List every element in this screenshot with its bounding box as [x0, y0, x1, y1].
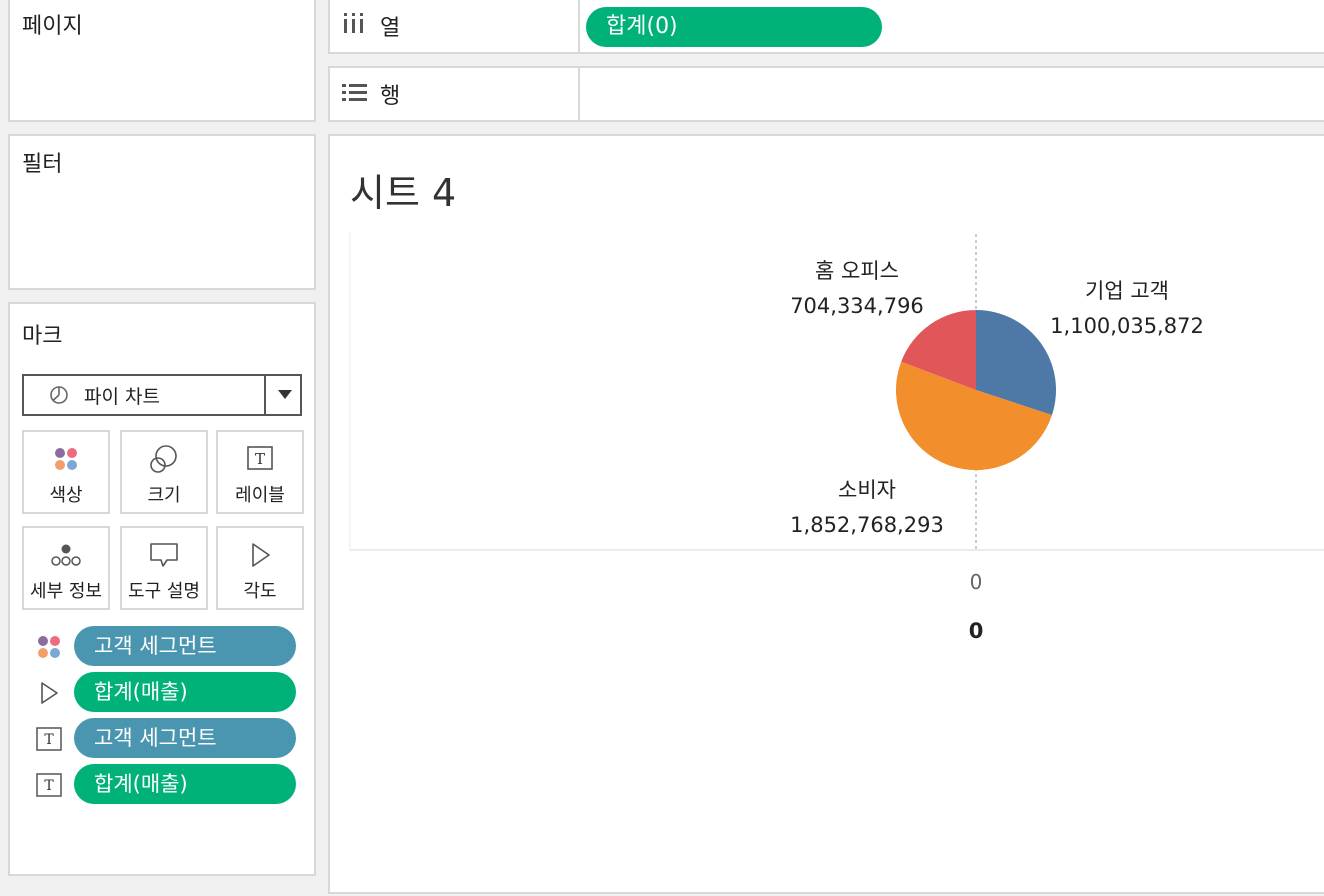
color-button[interactable]: 색상	[22, 430, 110, 514]
pages-card[interactable]: 페이지	[8, 0, 316, 122]
slice-value-label: 704,334,796	[790, 294, 924, 318]
detail-dots-icon	[51, 544, 81, 566]
sales-angle-pill[interactable]: 합계(매출)	[74, 672, 296, 712]
text-label-icon: T	[36, 727, 62, 751]
mark-pill-row: T 합계(매출)	[30, 764, 300, 804]
columns-shelf-header: 열	[330, 0, 580, 52]
x-axis-title: 0	[969, 619, 984, 643]
size-icon	[150, 445, 177, 473]
pie-chart-icon	[50, 386, 68, 404]
svg-text:T: T	[255, 450, 265, 468]
size-button-label: 크기	[147, 485, 181, 506]
color-dots-icon	[55, 448, 77, 470]
detail-button-label: 세부 정보	[30, 581, 102, 602]
tooltip-icon	[150, 543, 178, 567]
rows-shelf-label: 행	[380, 84, 401, 109]
angle-icon	[41, 682, 58, 704]
slice-category-label: 소비자	[838, 478, 896, 502]
columns-sum-pill[interactable]: 합계(0)	[586, 7, 882, 47]
color-dots-icon	[38, 636, 60, 658]
slice-category-label: 홈 오피스	[815, 259, 899, 283]
mark-pill-row: 고객 세그먼트	[30, 626, 300, 666]
text-label-icon: T	[247, 446, 273, 470]
rows-shelf-header: 행	[330, 68, 580, 120]
mark-pill-row: T 고객 세그먼트	[30, 718, 300, 758]
label-button[interactable]: T 레이블	[216, 430, 304, 514]
svg-text:T: T	[44, 778, 54, 794]
angle-button-label: 각도	[243, 581, 277, 602]
slice-value-label: 1,100,035,872	[1050, 314, 1204, 338]
rows-shelf[interactable]: 행	[328, 66, 1324, 122]
filters-card-title: 필터	[22, 152, 63, 177]
pie-slices	[895, 310, 1056, 471]
mark-type-label: 파이 차트	[84, 385, 160, 408]
mark-type-dropdown[interactable]: 파이 차트	[22, 374, 302, 416]
size-button[interactable]: 크기	[120, 430, 208, 514]
detail-button[interactable]: 세부 정보	[22, 526, 110, 610]
pie-chart: 기업 고객 1,100,035,872 소비자 1,852,768,293 홈 오피스 7…	[349, 232, 1324, 643]
slice-category-label: 기업 고객	[1085, 279, 1169, 303]
angle-icon	[252, 543, 270, 567]
worksheet-view: 시트 4 기업 고객 1,100,035,872 소비자 1,852,768,293 홈…	[328, 134, 1324, 894]
segment-color-pill[interactable]: 고객 세그먼트	[74, 626, 296, 666]
filters-card[interactable]: 필터	[8, 134, 316, 290]
rows-icon	[342, 84, 367, 101]
text-label-icon: T	[36, 773, 62, 797]
pages-card-title: 페이지	[22, 14, 83, 39]
columns-shelf[interactable]: 열 합계(0)	[328, 0, 1324, 54]
label-button-label: 레이블	[235, 485, 285, 506]
chevron-down-icon[interactable]	[278, 390, 292, 399]
columns-icon	[344, 13, 363, 33]
dropdown-separator	[264, 376, 266, 414]
tooltip-button[interactable]: 도구 설명	[120, 526, 208, 610]
marks-card: 마크 파이 차트 색상 크기 T 레이블 세부 정보 도구 설명 각도 고객 세…	[8, 302, 316, 876]
sales-label-pill[interactable]: 합계(매출)	[74, 764, 296, 804]
color-button-label: 색상	[49, 485, 83, 506]
tooltip-button-label: 도구 설명	[128, 581, 200, 602]
slice-value-label: 1,852,768,293	[790, 513, 944, 537]
x-axis-tick: 0	[970, 570, 983, 594]
svg-text:T: T	[44, 732, 54, 748]
mark-pill-row: 합계(매출)	[30, 672, 300, 712]
marks-card-title: 마크	[22, 324, 63, 349]
columns-shelf-label: 열	[380, 16, 401, 41]
angle-button[interactable]: 각도	[216, 526, 304, 610]
segment-label-pill[interactable]: 고객 세그먼트	[74, 718, 296, 758]
